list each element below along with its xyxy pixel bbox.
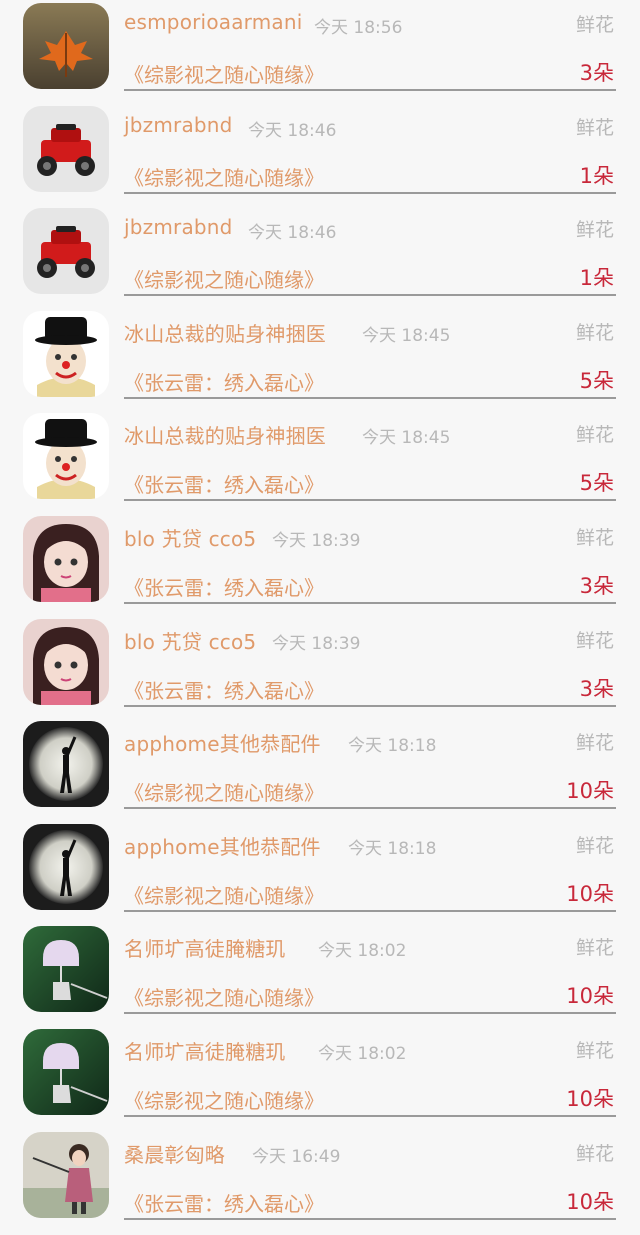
row-divider (124, 89, 616, 91)
avatar[interactable] (23, 105, 109, 192)
gift-type-label: 鲜花 (575, 834, 614, 857)
book-title-link[interactable]: 《综影视之随心随缘》 (124, 59, 324, 88)
avatar[interactable] (23, 413, 109, 500)
avatar[interactable] (23, 926, 109, 1013)
list-item-9[interactable]: 名师圹高徒腌糖玑 今天 18:02 鲜花 《综影视之随心随缘》 10朵 (0, 926, 640, 1029)
flower-count: 3朵 (579, 676, 614, 701)
gift-record-list: esmporioaarmani 今天 18:56 鲜花 《综影视之随心随缘》 3… (0, 0, 640, 1220)
row-divider (124, 1217, 616, 1220)
list-item-6[interactable]: blo 艽贷 cco5 今天 18:39 鲜花 《张云雷：绣入磊心》 3朵 (0, 618, 640, 722)
flower-count: 10朵 (566, 984, 614, 1009)
avatar[interactable] (23, 310, 109, 397)
timestamp: 今天 18:46 (248, 120, 337, 141)
book-title-link[interactable]: 《综影视之随心随缘》 (124, 880, 324, 909)
user-name[interactable]: 冰山总裁的贴身神捆医 (124, 318, 326, 347)
row-divider (124, 396, 616, 399)
row-divider (124, 1115, 616, 1117)
user-name[interactable]: 冰山总裁的贴身神捆医 (124, 420, 326, 449)
flower-count: 10朵 (566, 881, 614, 906)
row-divider (124, 294, 616, 297)
row-divider (124, 602, 616, 604)
timestamp: 今天 18:18 (348, 736, 437, 757)
avatar[interactable] (23, 1131, 109, 1218)
avatar[interactable] (23, 823, 109, 910)
flower-count: 5朵 (579, 368, 614, 393)
flower-count: 1朵 (579, 266, 614, 291)
avatar[interactable] (23, 516, 109, 602)
list-item-7[interactable]: apphome其他恭配件 今天 18:18 鲜花 《综影视之随心随缘》 10朵 (0, 721, 640, 824)
gift-type-label: 鲜花 (575, 219, 614, 242)
flower-count: 1朵 (579, 163, 614, 188)
flower-count: 3朵 (579, 574, 614, 598)
gift-type-label: 鲜花 (575, 629, 614, 652)
row-divider (124, 191, 616, 194)
timestamp: 今天 18:02 (318, 941, 407, 962)
row-divider (124, 1012, 616, 1015)
list-item-1[interactable]: jbzmrabnd 今天 18:46 鲜花 《综影视之随心随缘》 1朵 (0, 105, 640, 209)
row-divider (124, 704, 616, 707)
flower-count: 5朵 (579, 471, 614, 496)
row-divider (124, 807, 616, 810)
timestamp: 今天 18:46 (248, 223, 337, 244)
user-name[interactable]: apphome其他恭配件 (124, 831, 321, 860)
user-name[interactable]: jbzmrabnd (124, 113, 233, 137)
book-title-link[interactable]: 《张云雷：绣入磊心》 (124, 1188, 324, 1217)
user-name[interactable]: jbzmrabnd (124, 215, 233, 239)
book-title-link[interactable]: 《综影视之随心随缘》 (124, 264, 324, 293)
list-item-4[interactable]: 冰山总裁的贴身神捆医 今天 18:45 鲜花 《张云雷：绣入磊心》 5朵 (0, 413, 640, 516)
gift-type-label: 鲜花 (575, 527, 614, 549)
gift-type-label: 鲜花 (575, 116, 614, 139)
gift-type-label: 鲜花 (575, 321, 614, 344)
list-item-10[interactable]: 名师圹高徒腌糖玑 今天 18:02 鲜花 《综影视之随心随缘》 10朵 (0, 1029, 640, 1132)
avatar[interactable] (23, 208, 109, 295)
list-item-0[interactable]: esmporioaarmani 今天 18:56 鲜花 《综影视之随心随缘》 3… (0, 3, 640, 106)
gift-type-label: 鲜花 (575, 937, 614, 960)
flower-count: 10朵 (566, 1189, 614, 1214)
timestamp: 今天 18:02 (318, 1044, 407, 1064)
list-item-8[interactable]: apphome其他恭配件 今天 18:18 鲜花 《综影视之随心随缘》 10朵 (0, 823, 640, 927)
avatar[interactable] (23, 3, 109, 89)
row-divider (124, 909, 616, 912)
timestamp: 今天 18:39 (272, 633, 361, 654)
flower-count: 3朵 (579, 61, 614, 85)
list-item-5[interactable]: blo 艽贷 cco5 今天 18:39 鲜花 《张云雷：绣入磊心》 3朵 (0, 516, 640, 619)
avatar[interactable] (23, 1029, 109, 1115)
book-title-link[interactable]: 《张云雷：绣入磊心》 (124, 675, 324, 704)
timestamp: 今天 16:49 (252, 1146, 341, 1167)
user-name[interactable]: 名师圹高徒腌糖玑 (124, 1036, 286, 1065)
user-name[interactable]: blo 艽贷 cco5 (124, 523, 256, 552)
timestamp: 今天 18:56 (314, 18, 403, 38)
book-title-link[interactable]: 《张云雷：绣入磊心》 (124, 572, 324, 601)
list-item-2[interactable]: jbzmrabnd 今天 18:46 鲜花 《综影视之随心随缘》 1朵 (0, 208, 640, 311)
book-title-link[interactable]: 《综影视之随心随缘》 (124, 1085, 324, 1114)
avatar[interactable] (23, 721, 109, 808)
gift-type-label: 鲜花 (575, 1142, 614, 1165)
book-title-link[interactable]: 《综影视之随心随缘》 (124, 162, 324, 191)
gift-type-label: 鲜花 (575, 732, 614, 755)
timestamp: 今天 18:18 (348, 838, 437, 859)
timestamp: 今天 18:39 (272, 531, 361, 551)
book-title-link[interactable]: 《综影视之随心随缘》 (124, 982, 324, 1011)
timestamp: 今天 18:45 (362, 325, 451, 346)
list-item-3[interactable]: 冰山总裁的贴身神捆医 今天 18:45 鲜花 《张云雷：绣入磊心》 5朵 (0, 310, 640, 414)
book-title-link[interactable]: 《张云雷：绣入磊心》 (124, 367, 324, 396)
flower-count: 10朵 (566, 1087, 614, 1111)
book-title-link[interactable]: 《张云雷：绣入磊心》 (124, 469, 324, 498)
gift-type-label: 鲜花 (575, 1040, 614, 1062)
user-name[interactable]: 桑晨彰匈略 (124, 1139, 225, 1168)
book-title-link[interactable]: 《综影视之随心随缘》 (124, 777, 324, 806)
gift-type-label: 鲜花 (575, 424, 614, 447)
user-name[interactable]: 名师圹高徒腌糖玑 (124, 933, 286, 962)
row-divider (124, 499, 616, 502)
avatar[interactable] (23, 618, 109, 705)
list-item-11[interactable]: 桑晨彰匈略 今天 16:49 鲜花 《张云雷：绣入磊心》 10朵 (0, 1131, 640, 1235)
flower-count: 10朵 (566, 779, 614, 804)
user-name[interactable]: blo 艽贷 cco5 (124, 626, 256, 655)
gift-type-label: 鲜花 (575, 14, 614, 36)
user-name[interactable]: apphome其他恭配件 (124, 728, 321, 757)
timestamp: 今天 18:45 (362, 428, 451, 449)
user-name[interactable]: esmporioaarmani (124, 10, 303, 34)
